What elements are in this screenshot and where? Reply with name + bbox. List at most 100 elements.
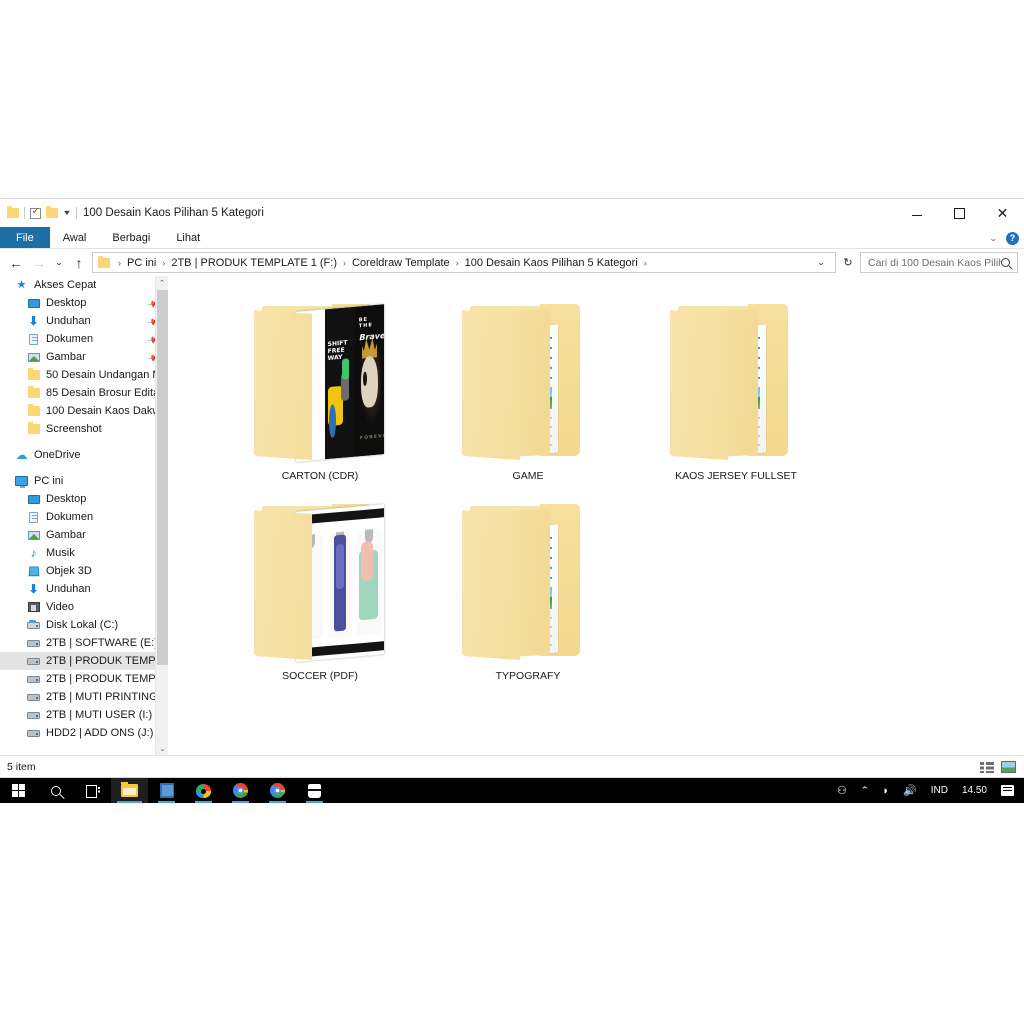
picture-icon: [26, 528, 41, 542]
sidebar-item-pc-unduhan[interactable]: ⬇ Unduhan: [0, 580, 168, 598]
chevron-up-icon[interactable]: ⌃: [852, 778, 878, 803]
sidebar-item-drive-e[interactable]: 2TB | SOFTWARE (E:): [0, 634, 168, 652]
clock[interactable]: 14.50: [955, 778, 994, 803]
sidebar-item-desktop[interactable]: Desktop 📌: [0, 294, 168, 312]
document-icon: [26, 332, 41, 346]
sidebar-label: Desktop: [46, 297, 86, 309]
chevron-down-icon[interactable]: ▾: [64, 209, 69, 217]
taskbar-chrome-2[interactable]: [259, 778, 296, 803]
sidebar-scrollbar[interactable]: ⌃ ⌄: [155, 276, 168, 755]
sidebar-item-pc-musik[interactable]: ♪ Musik: [0, 544, 168, 562]
file-name: KAOS JERSEY FULLSET: [675, 470, 797, 482]
file-item-typografy[interactable]: TYPOGRAFY: [424, 490, 632, 690]
taskbar-chrome-1[interactable]: [222, 778, 259, 803]
file-item-carton[interactable]: SHIFTFREEWAY BE THE Brave: [216, 290, 424, 490]
sidebar-label: Gambar: [46, 529, 86, 541]
system-drive-icon: [26, 618, 41, 632]
sidebar-item-dokumen[interactable]: Dokumen 📌: [0, 330, 168, 348]
drive-icon: [26, 726, 41, 740]
tab-berbagi[interactable]: Berbagi: [99, 227, 163, 248]
breadcrumb[interactable]: › PC ini › 2TB | PRODUK TEMPLATE 1 (F:) …: [92, 252, 836, 273]
network-icon[interactable]: ◗: [875, 778, 896, 803]
sidebar-header-quick-access[interactable]: ★ Akses Cepat: [0, 276, 168, 294]
large-icons-view-icon[interactable]: [1001, 761, 1016, 773]
new-folder-icon[interactable]: [46, 208, 58, 218]
folder-icon: [662, 296, 810, 464]
taskbar-blue-app[interactable]: [148, 778, 185, 803]
language-indicator[interactable]: IND: [924, 778, 955, 803]
chevron-down-icon[interactable]: ⌄: [989, 234, 998, 243]
divider: [76, 207, 77, 219]
start-button[interactable]: [0, 778, 37, 803]
sidebar-item-unduhan[interactable]: ⬇ Unduhan 📌: [0, 312, 168, 330]
windows-start-icon: [12, 784, 25, 797]
taskbar-paint-app[interactable]: [185, 778, 222, 803]
file-item-soccer[interactable]: SOCCER (PDF): [216, 490, 424, 690]
sidebar-item-kaos-dakwah[interactable]: 100 Desain Kaos Dakwah Terlaris: [0, 402, 168, 420]
sidebar-item-pc-objek3d[interactable]: Objek 3D: [0, 562, 168, 580]
search-icon[interactable]: [1001, 258, 1010, 267]
refresh-button[interactable]: ↻: [839, 256, 857, 269]
sidebar-item-pc-video[interactable]: Video: [0, 598, 168, 616]
sidebar-item-pc-desktop[interactable]: Desktop: [0, 490, 168, 508]
help-icon[interactable]: ?: [1006, 232, 1019, 245]
scrollbar-thumb[interactable]: [157, 290, 168, 665]
minimize-button[interactable]: [895, 199, 938, 227]
taskbar-white-app[interactable]: [296, 778, 333, 803]
back-button[interactable]: ←: [6, 252, 26, 274]
sidebar-item-drive-f[interactable]: 2TB | PRODUK TEMPLATE 1 (F:): [0, 652, 168, 670]
breadcrumb-separator: ›: [338, 258, 351, 268]
sidebar-item-drive-g[interactable]: 2TB | PRODUK TEMPLATE 2 (G:): [0, 670, 168, 688]
sidebar-item-pc-gambar[interactable]: Gambar: [0, 526, 168, 544]
breadcrumb-item-pc[interactable]: PC ini: [126, 257, 157, 269]
file-explorer-icon: [121, 784, 138, 797]
maximize-button[interactable]: [938, 199, 981, 227]
forward-button: →: [29, 252, 49, 274]
breadcrumb-item-current[interactable]: 100 Desain Kaos Pilihan 5 Kategori: [464, 257, 639, 269]
search-input[interactable]: Cari di 100 Desain Kaos Piliha...: [860, 252, 1018, 273]
file-item-kaos-jersey[interactable]: KAOS JERSEY FULLSET: [632, 290, 840, 490]
recent-locations-icon[interactable]: ⌄: [50, 252, 68, 274]
task-view-icon: [86, 785, 100, 796]
folder-icon[interactable]: [7, 208, 19, 218]
file-list-pane[interactable]: SHIFTFREEWAY BE THE Brave: [168, 276, 1024, 755]
paint-icon: [196, 784, 211, 798]
taskbar-file-explorer[interactable]: [111, 778, 148, 803]
drive-icon: [26, 708, 41, 722]
search-button[interactable]: [37, 778, 74, 803]
divider: [24, 207, 25, 219]
file-item-game[interactable]: GAME: [424, 290, 632, 490]
sidebar-item-brosur[interactable]: 85 Desain Brosur Editable: [0, 384, 168, 402]
sidebar-header-this-pc[interactable]: PC ini: [0, 472, 168, 490]
breadcrumb-item-coreldraw[interactable]: Coreldraw Template: [351, 257, 451, 269]
sidebar-label: 2TB | MUTI PRINTING (H:): [46, 691, 168, 703]
sidebar-item-disk-lokal-c[interactable]: Disk Lokal (C:): [0, 616, 168, 634]
sidebar-item-gambar[interactable]: Gambar 📌: [0, 348, 168, 366]
tab-awal[interactable]: Awal: [50, 227, 100, 248]
task-view-button[interactable]: [74, 778, 111, 803]
scroll-down-icon[interactable]: ⌄: [155, 742, 168, 755]
sidebar-item-onedrive[interactable]: ☁ OneDrive: [0, 446, 168, 464]
close-button[interactable]: ✕: [981, 199, 1024, 227]
sidebar-item-undangan[interactable]: 50 Desain Undangan Modern Kel: [0, 366, 168, 384]
volume-icon[interactable]: 🔊: [896, 778, 924, 803]
tab-file[interactable]: File: [0, 227, 50, 248]
details-view-icon[interactable]: [980, 762, 994, 773]
breadcrumb-item-drive[interactable]: 2TB | PRODUK TEMPLATE 1 (F:): [170, 257, 338, 269]
sidebar-item-drive-i[interactable]: 2TB | MUTI USER (I:): [0, 706, 168, 724]
sidebar-label: Objek 3D: [46, 565, 92, 577]
action-center-button[interactable]: [994, 778, 1021, 803]
ribbon-right-controls: ⌄ ?: [990, 227, 1019, 249]
up-button[interactable]: ↑: [69, 252, 89, 274]
sidebar-item-pc-dokumen[interactable]: Dokumen: [0, 508, 168, 526]
scroll-up-icon[interactable]: ⌃: [155, 276, 168, 289]
people-icon[interactable]: ⚇: [830, 778, 854, 803]
breadcrumb-separator: ›: [639, 258, 652, 268]
sidebar-item-drive-h[interactable]: 2TB | MUTI PRINTING (H:): [0, 688, 168, 706]
chevron-down-icon[interactable]: ⌄: [812, 258, 834, 267]
sidebar-label: PC ini: [34, 475, 63, 487]
properties-checkbox-icon[interactable]: [30, 208, 41, 219]
sidebar-item-screenshot[interactable]: Screenshot: [0, 420, 168, 438]
sidebar-item-drive-j[interactable]: HDD2 | ADD ONS (J:): [0, 724, 168, 742]
tab-lihat[interactable]: Lihat: [163, 227, 213, 248]
